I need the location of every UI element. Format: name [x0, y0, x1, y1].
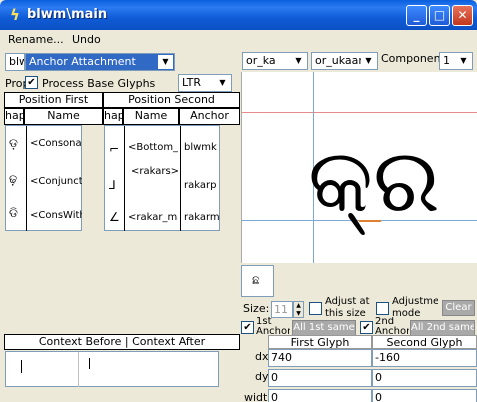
offsets-table: First Glyph Second Glyph dx 740 -160 dy …	[241, 335, 477, 402]
row-glyph: ⅃	[109, 178, 116, 192]
all-second-same-button[interactable]: All 2nd same	[410, 320, 475, 336]
row-glyph: ଡି	[9, 206, 18, 220]
position-second-name-col[interactable]: Name	[123, 108, 179, 125]
first-glyph-col-header: First Glyph	[268, 335, 372, 349]
context-before-cursor	[21, 360, 22, 373]
lightning-app-icon: ϟ	[10, 6, 20, 24]
menu-bar: Rename... Undo	[0, 30, 477, 50]
window-title: blwm\main	[27, 7, 108, 22]
chevron-down-icon[interactable]: ▼	[361, 54, 376, 68]
clear-button[interactable]: Clear	[442, 300, 475, 316]
second-glyph-col-header: Second Glyph	[372, 335, 477, 349]
row-glyph: ⌐	[109, 142, 120, 156]
process-base-glyphs-checkbox[interactable]: ✔	[25, 76, 38, 89]
dx-label: dx	[255, 350, 269, 363]
minimize-button[interactable]: _	[406, 5, 427, 26]
adjust-at-size-checkbox[interactable]	[309, 302, 322, 315]
position-second-header: Position Second	[103, 92, 240, 108]
row-anchor[interactable]: rakarp	[184, 180, 220, 191]
position-first-name-col[interactable]: Name	[24, 108, 103, 125]
row-glyph: ଢ଼	[9, 172, 18, 186]
first-anchor-checkbox[interactable]: ✔	[241, 321, 254, 334]
chevron-down-icon[interactable]: ▼	[456, 54, 471, 68]
chevron-down-icon[interactable]: ▼	[158, 55, 173, 69]
position-first-shape-col[interactable]: hap	[4, 108, 24, 125]
preview-glyph: କ୍ର	[308, 129, 440, 232]
lookup-type-combo[interactable]: Anchor Attachment ▼	[25, 53, 175, 71]
chevron-down-icon[interactable]: ▼	[215, 76, 230, 90]
row-name[interactable]: <rakars>	[131, 166, 179, 177]
glyph-thumbnail[interactable]: ଛ	[241, 265, 274, 297]
thumbnail-glyph: ଛ	[252, 273, 260, 287]
row-glyph: ଡ଼	[9, 136, 18, 150]
row-name[interactable]: <Conjuncts	[30, 176, 82, 187]
context-divider	[78, 352, 79, 387]
row-name[interactable]: <ConsWith	[30, 210, 82, 221]
first-dy-input[interactable]: 0	[268, 369, 372, 387]
all-first-same-button[interactable]: All 1st same	[292, 320, 356, 336]
second-anchor-label: 2nd Anchor	[375, 317, 409, 337]
size-spinner[interactable]: ▲ ▼	[293, 301, 304, 318]
position-first-header: Position First	[4, 92, 103, 108]
second-glyph-combo[interactable]: or_ukaar ▼	[311, 52, 378, 70]
ascent-guide-line	[242, 112, 477, 113]
row-anchor[interactable]: rakarm	[184, 212, 220, 223]
component-combo[interactable]: 1 ▼	[439, 52, 473, 70]
second-anchor-checkbox[interactable]: ✔	[360, 321, 373, 334]
adjust-at-size-label: Adjust at this size	[325, 296, 370, 319]
component-value: 1	[443, 54, 450, 67]
lookup-type-value: Anchor Attachment	[29, 55, 136, 68]
process-base-glyphs-label: Process Base Glyphs	[42, 77, 156, 90]
row-name[interactable]: <Bottom_M	[128, 142, 178, 153]
size-input[interactable]: 11	[271, 301, 293, 318]
chevron-down-icon[interactable]: ▼	[291, 54, 306, 68]
lookup-name-combo[interactable]: blw	[5, 53, 25, 71]
position-first-list[interactable]: ଡ଼ <Consonar ଢ଼ <Conjuncts ଡି <ConsWith	[5, 125, 82, 231]
size-label: Size:	[243, 302, 270, 315]
close-button[interactable]: ✕	[452, 5, 473, 26]
menu-undo[interactable]: Undo	[72, 33, 101, 46]
row-glyph: ∠	[109, 210, 120, 224]
context-after-cursor	[89, 358, 90, 369]
first-glyph-value: or_ka	[246, 54, 276, 67]
direction-combo[interactable]: LTR ▼	[178, 74, 232, 92]
menu-rename[interactable]: Rename...	[8, 33, 64, 46]
column-divider	[26, 126, 27, 231]
column-divider	[180, 126, 181, 231]
title-bar[interactable]: ϟ blwm\main _ □ ✕	[0, 0, 477, 30]
adjustment-mode-checkbox[interactable]	[376, 302, 389, 315]
second-glyph-value: or_ukaar	[315, 54, 363, 67]
second-dx-input[interactable]: -160	[372, 349, 477, 367]
context-panel[interactable]	[5, 351, 219, 387]
dy-label: dy	[255, 370, 269, 383]
context-header: Context Before | Context After	[4, 334, 240, 350]
first-dx-input[interactable]: 740	[268, 349, 372, 367]
position-second-list[interactable]: ⌐ <Bottom_M blwmk ⅃ <rakars> rakarp ∠ <r…	[104, 125, 220, 231]
second-dy-input[interactable]: 0	[372, 369, 477, 387]
first-anchor-label: 1st Anchor	[256, 317, 290, 337]
second-width-input[interactable]: 0	[372, 389, 477, 402]
maximize-button[interactable]: □	[429, 5, 450, 26]
row-anchor[interactable]: blwmk	[184, 142, 220, 153]
row-name[interactable]: <Consonar	[30, 138, 82, 149]
direction-value: LTR	[182, 76, 201, 89]
column-divider	[124, 126, 125, 231]
first-width-input[interactable]: 0	[268, 389, 372, 402]
glyph-preview-canvas[interactable]: କ୍ର	[241, 72, 477, 263]
row-name[interactable]: <rakar_ma	[128, 212, 178, 223]
position-second-anchor-col[interactable]: Anchor	[179, 108, 240, 125]
position-second-shape-col[interactable]: hap	[103, 108, 123, 125]
first-glyph-combo[interactable]: or_ka ▼	[242, 52, 308, 70]
